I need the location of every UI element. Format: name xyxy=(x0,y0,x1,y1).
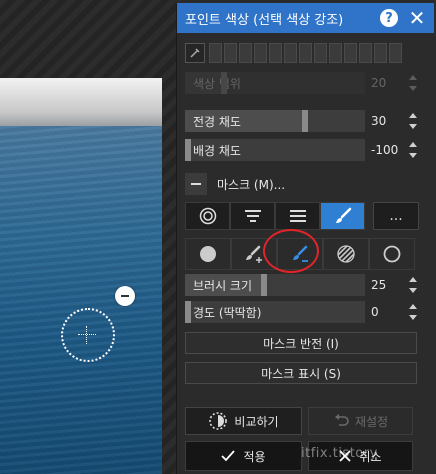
brush-mask-button[interactable] xyxy=(320,202,365,230)
close-icon: ✕ xyxy=(408,6,426,30)
color-swatch[interactable] xyxy=(254,43,267,63)
photo-sky xyxy=(0,78,162,126)
background-saturation-label: 배경 채도 xyxy=(193,143,241,158)
invert-mask-button[interactable]: 마스크 반전 (I) xyxy=(185,332,417,354)
color-swatch-row xyxy=(185,43,402,63)
slider-thumb xyxy=(221,72,227,94)
panel-title: 포인트 색상 (선택 색상 강조) xyxy=(185,12,344,28)
close-button[interactable]: ✕ xyxy=(406,6,428,30)
fill-dot-icon xyxy=(200,246,216,262)
compare-button[interactable]: 비교하기 xyxy=(185,407,302,435)
slider-thumb[interactable] xyxy=(185,139,191,161)
gradient-mask-button[interactable] xyxy=(230,202,275,230)
color-swatch[interactable] xyxy=(224,43,237,63)
spinner-arrows-icon[interactable] xyxy=(408,277,418,293)
spinner-arrows-icon[interactable] xyxy=(408,304,418,320)
slider-track[interactable]: 배경 채도 xyxy=(185,139,365,161)
hardness-value[interactable]: 0 xyxy=(371,301,411,323)
radial-mask-button[interactable] xyxy=(185,202,230,230)
color-swatch[interactable] xyxy=(329,43,342,63)
color-swatch[interactable] xyxy=(284,43,297,63)
color-swatch[interactable] xyxy=(239,43,252,63)
hatch-icon xyxy=(337,245,355,263)
brush-size-value[interactable]: 25 xyxy=(371,274,411,296)
crosshair-icon xyxy=(78,326,96,344)
check-icon xyxy=(221,450,236,462)
color-swatch[interactable] xyxy=(299,43,312,63)
help-button[interactable]: ? xyxy=(378,7,400,29)
slider-track: 색상 범위 xyxy=(185,72,365,94)
mask-collapse-toggle[interactable] xyxy=(185,173,207,195)
slider-track[interactable]: 경도 (딱딱함) xyxy=(185,301,365,323)
linear-mask-button[interactable] xyxy=(275,202,320,230)
slider-thumb[interactable] xyxy=(185,301,191,323)
photo-canvas[interactable] xyxy=(0,0,176,474)
hatch-button[interactable] xyxy=(323,238,369,270)
undo-icon xyxy=(334,414,349,426)
color-swatch[interactable] xyxy=(374,43,387,63)
compare-label: 비교하기 xyxy=(234,414,279,429)
mask-label[interactable]: 마스크 (M)... xyxy=(217,176,285,193)
watermark-text: itfix.tistory xyxy=(301,446,378,461)
panel-titlebar: 포인트 색상 (선택 색상 강조) ? ✕ xyxy=(177,3,434,33)
color-swatch[interactable] xyxy=(209,43,222,63)
fill-dot-button[interactable] xyxy=(185,238,231,270)
color-swatch[interactable] xyxy=(359,43,372,63)
mask-pin-icon[interactable] xyxy=(115,286,135,306)
mask-row: 마스크 (M)... xyxy=(185,173,285,195)
slider-thumb[interactable] xyxy=(302,110,308,132)
color-swatch[interactable] xyxy=(344,43,357,63)
more-options-button[interactable]: ... xyxy=(373,202,419,230)
circle-outline-button[interactable] xyxy=(369,238,415,270)
slider-track[interactable]: 전경 채도 xyxy=(185,110,365,132)
linear-mask-icon xyxy=(289,210,306,222)
brush-mask-icon xyxy=(335,207,351,223)
slider-track[interactable]: 브러시 크기 xyxy=(185,274,365,296)
apply-button[interactable]: 적용 xyxy=(185,441,302,471)
eyedropper-button[interactable] xyxy=(185,43,205,63)
spinner-arrows-icon[interactable] xyxy=(408,142,418,158)
brush-size-label: 브러시 크기 xyxy=(193,278,253,293)
brush-add-icon xyxy=(246,245,262,263)
slider-thumb[interactable] xyxy=(260,274,267,296)
spinner-arrows-icon xyxy=(408,75,418,91)
gradient-mask-icon xyxy=(244,210,261,222)
color-swatch[interactable] xyxy=(314,43,327,63)
hardness-label: 경도 (딱딱함) xyxy=(193,305,262,320)
reset-button[interactable]: 재설정 xyxy=(308,407,413,435)
apply-label: 적용 xyxy=(243,449,266,464)
foreground-saturation-value[interactable]: 30 xyxy=(371,110,411,132)
circle-outline-icon xyxy=(383,245,401,263)
spinner-arrows-icon[interactable] xyxy=(408,113,418,129)
radial-mask-icon xyxy=(199,207,216,225)
color-swatch[interactable] xyxy=(389,43,402,63)
color-swatch[interactable] xyxy=(269,43,282,63)
help-icon: ? xyxy=(380,9,398,27)
compare-icon xyxy=(209,412,228,430)
color-range-value: 20 xyxy=(371,76,387,90)
color-range-label: 색상 범위 xyxy=(193,76,241,91)
annotation-highlight-circle xyxy=(263,229,319,273)
mask-mode-row: ... xyxy=(185,202,419,230)
foreground-saturation-label: 전경 채도 xyxy=(193,114,241,129)
eyedropper-icon xyxy=(190,48,200,58)
show-mask-button[interactable]: 마스크 표시 (S) xyxy=(185,362,417,384)
background-saturation-value[interactable]: -100 xyxy=(371,139,411,161)
photo-sea xyxy=(0,126,162,474)
reset-label: 재설정 xyxy=(354,414,389,429)
